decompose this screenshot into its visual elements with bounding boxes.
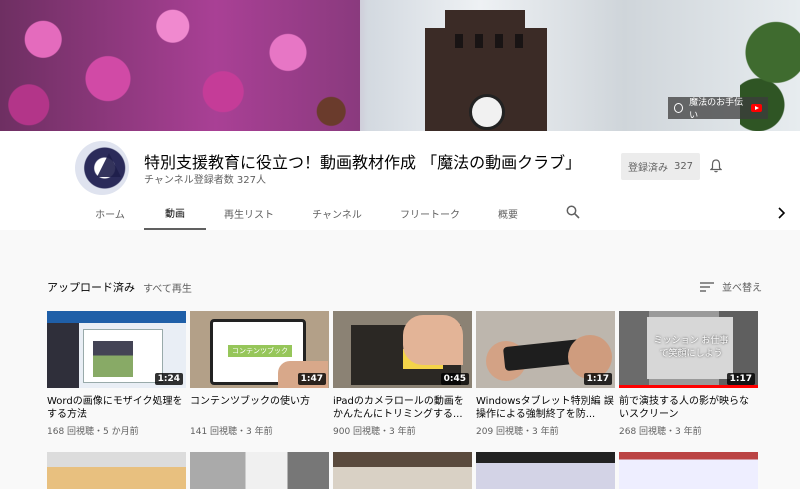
sort-label: 並べ替え <box>722 283 762 294</box>
video-thumbnail[interactable]: 1:24 <box>47 311 186 388</box>
channel-tabs: ホーム 動画 再生リスト チャンネル フリートーク 概要 <box>76 197 538 230</box>
video-thumbnail[interactable] <box>333 452 472 489</box>
subscriber-count: チャンネル登録者数 327人 <box>144 175 266 186</box>
tab-videos[interactable]: 動画 <box>144 197 206 230</box>
sort-button[interactable]: 並べ替え <box>700 279 762 294</box>
tab-channels[interactable]: チャンネル <box>292 197 382 230</box>
video-title[interactable]: Windowsタブレット特別編 誤操作による強制終了を防... <box>476 395 615 421</box>
video-thumbnail[interactable]: 0:45 <box>333 311 472 388</box>
bell-icon[interactable] <box>710 159 722 173</box>
channel-title: 特別支援教育に役立つ！動画教材作成 「魔法の動画クラブ」 <box>144 153 582 172</box>
tab-community[interactable]: フリートーク <box>382 197 478 230</box>
banner-flowers <box>0 0 360 131</box>
video-meta: 900 回視聴・3 年前 <box>333 427 416 437</box>
video-thumbnail[interactable]: コンテンツブック 1:47 <box>190 311 329 388</box>
video-card[interactable] <box>476 452 615 489</box>
video-duration: 1:17 <box>583 373 612 385</box>
channel-header: 特別支援教育に役立つ！動画教材作成 「魔法の動画クラブ」 チャンネル登録者数 3… <box>0 131 800 230</box>
sort-icon <box>700 281 714 292</box>
video-title[interactable]: iPadのカメラロールの動画をかんたんにトリミングする... <box>333 395 472 421</box>
video-duration: 1:17 <box>726 373 755 385</box>
video-duration: 1:47 <box>297 373 326 385</box>
banner-link[interactable]: 魔法のお手伝い <box>668 97 768 121</box>
video-card[interactable] <box>333 452 472 489</box>
tab-about[interactable]: 概要 <box>478 197 538 230</box>
tab-home[interactable]: ホーム <box>76 197 144 230</box>
video-card[interactable] <box>619 452 758 489</box>
video-title[interactable]: Wordの画像にモザイク処理をする方法 <box>47 395 186 421</box>
banner-clock-tower <box>425 10 547 131</box>
video-meta: 268 回視聴・3 年前 <box>619 427 702 437</box>
video-card[interactable] <box>47 452 186 489</box>
video-thumbnail[interactable]: 1:17 <box>476 311 615 388</box>
video-meta: 168 回視聴・5 か月前 <box>47 427 139 437</box>
video-thumbnail[interactable] <box>190 452 329 489</box>
section-title: アップロード済み <box>47 281 135 294</box>
video-title[interactable]: 前で演技する人の影が映らないスクリーン <box>619 395 758 421</box>
play-all-link[interactable]: すべて再生 <box>143 280 192 295</box>
channel-banner: 魔法のお手伝い <box>0 0 800 131</box>
subscribed-count: 327 <box>673 161 694 172</box>
video-thumbnail[interactable] <box>619 452 758 489</box>
video-duration: 1:24 <box>154 373 183 385</box>
video-duration: 0:45 <box>440 373 469 385</box>
avatar[interactable] <box>75 141 129 195</box>
thumbnail-text: コンテンツブック <box>232 347 288 355</box>
youtube-icon <box>751 104 762 112</box>
video-meta: 209 回視聴・3 年前 <box>476 427 559 437</box>
search-icon[interactable] <box>566 205 580 219</box>
video-card[interactable]: 1:24 Wordの画像にモザイク処理をする方法 168 回視聴・5 か月前 <box>47 311 186 437</box>
watch-progress-bar <box>619 385 758 388</box>
subscribed-label: 登録済み <box>627 163 668 174</box>
video-grid-row-2 <box>47 452 758 489</box>
video-title[interactable]: コンテンツブックの使い方 <box>190 395 329 421</box>
video-card[interactable] <box>190 452 329 489</box>
chevron-right-icon[interactable] <box>776 207 786 219</box>
tab-playlists[interactable]: 再生リスト <box>206 197 292 230</box>
video-meta: 141 回視聴・3 年前 <box>190 427 273 437</box>
video-thumbnail[interactable]: ミッション お仕事で笑顔にしよう 1:17 <box>619 311 758 388</box>
subscribed-button[interactable]: 登録済み 327 <box>621 153 700 180</box>
video-thumbnail[interactable] <box>47 452 186 489</box>
video-thumbnail[interactable] <box>476 452 615 489</box>
thumbnail-text: ミッション お仕事で笑顔にしよう <box>653 336 729 359</box>
video-card[interactable]: コンテンツブック 1:47 コンテンツブックの使い方 141 回視聴・3 年前 <box>190 311 329 437</box>
globe-icon <box>674 103 684 113</box>
video-card[interactable]: ミッション お仕事で笑顔にしよう 1:17 前で演技する人の影が映らないスクリー… <box>619 311 758 437</box>
video-card[interactable]: 1:17 Windowsタブレット特別編 誤操作による強制終了を防... 209… <box>476 311 615 437</box>
video-card[interactable]: 0:45 iPadのカメラロールの動画をかんたんにトリミングする... 900 … <box>333 311 472 437</box>
video-grid: 1:24 Wordの画像にモザイク処理をする方法 168 回視聴・5 か月前 コ… <box>47 311 758 437</box>
banner-link-label: 魔法のお手伝い <box>689 98 744 121</box>
